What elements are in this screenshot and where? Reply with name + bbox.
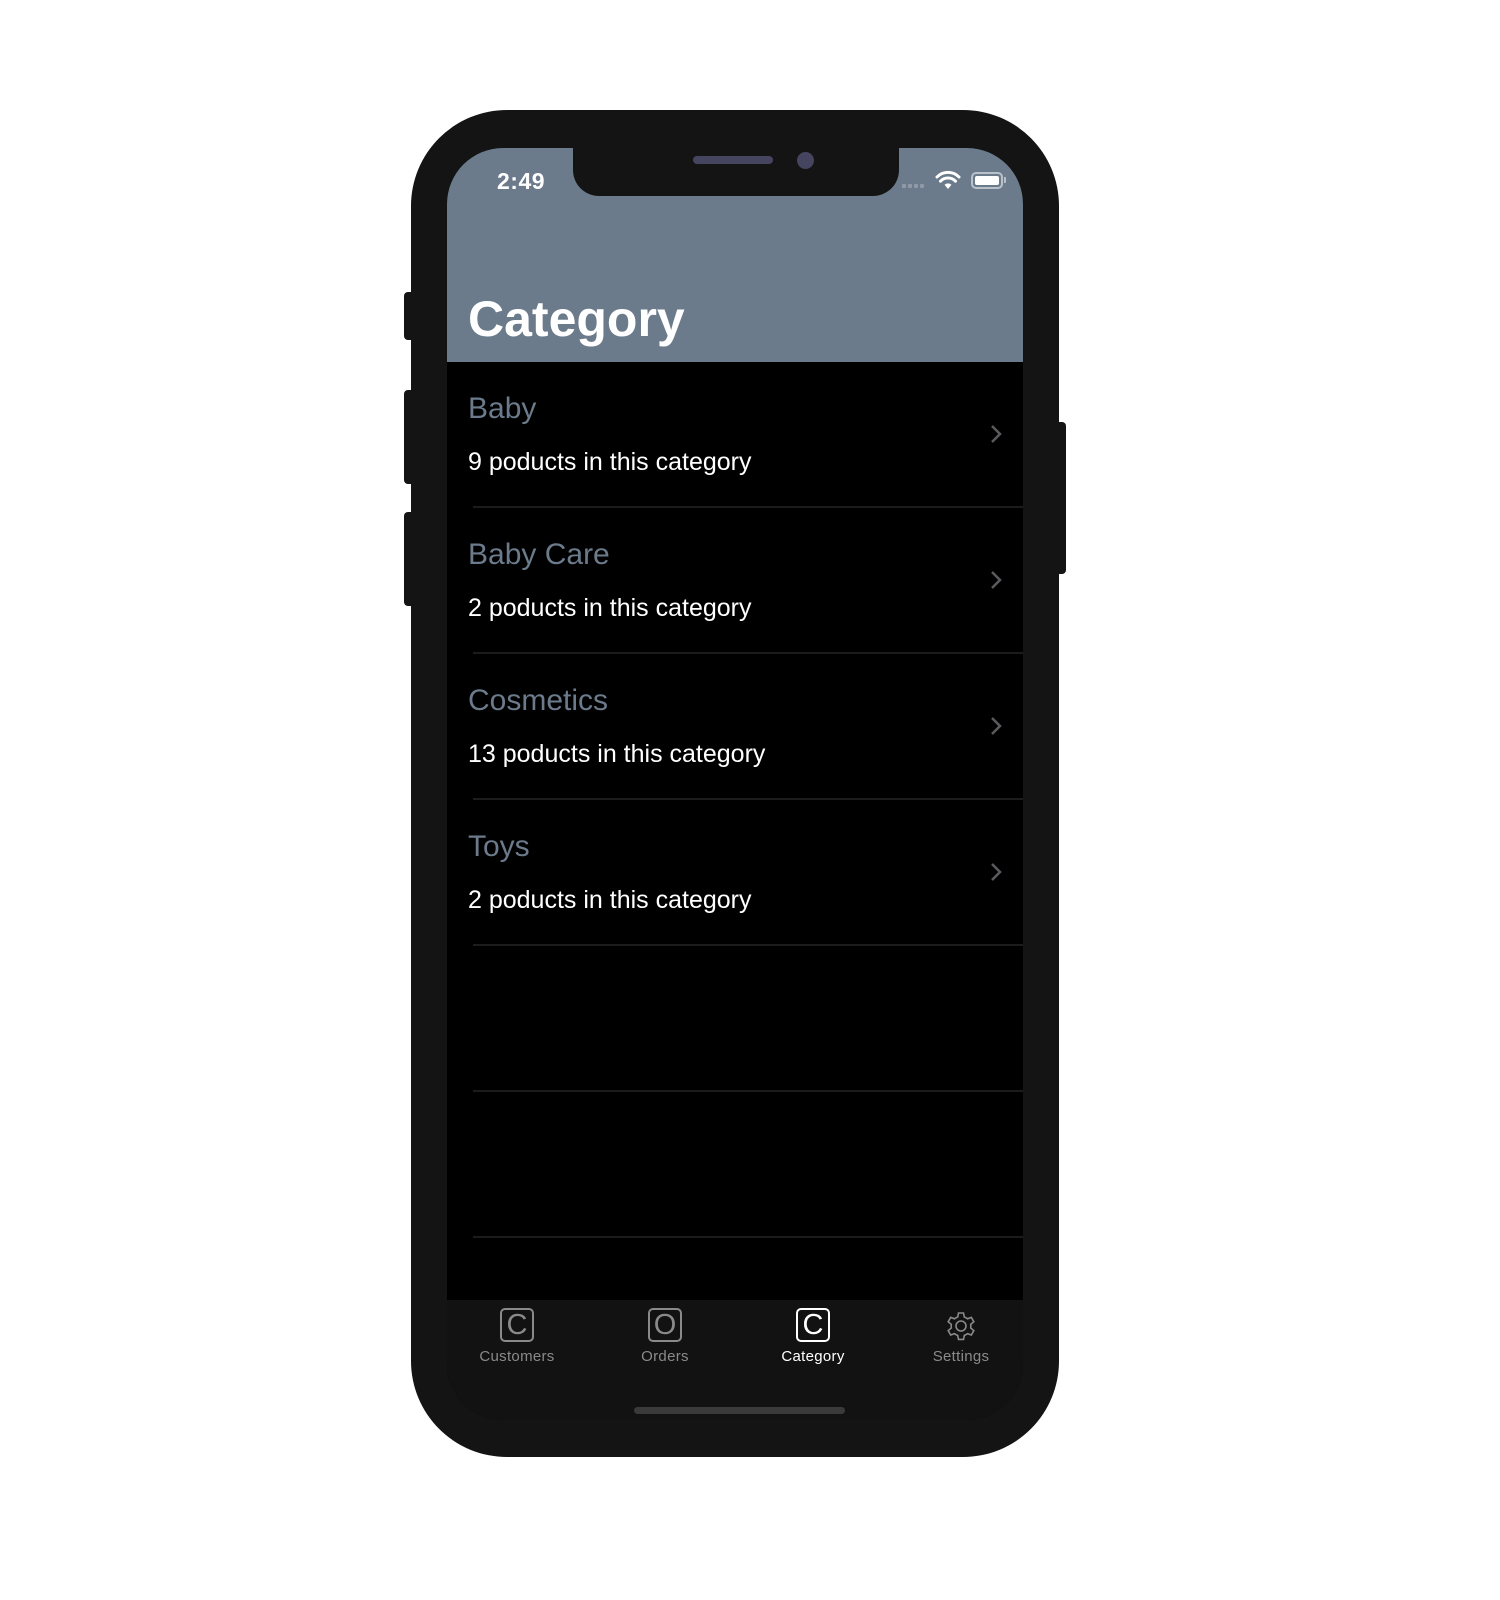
front-camera bbox=[797, 152, 814, 169]
power-button bbox=[1054, 422, 1066, 574]
signal-dots-icon bbox=[902, 184, 924, 188]
category-list: Baby 9 poducts in this category Baby Car… bbox=[447, 362, 1023, 1238]
chevron-right-icon bbox=[991, 571, 1002, 589]
tab-label: Orders bbox=[641, 1348, 689, 1365]
category-name: Cosmetics bbox=[468, 684, 609, 717]
category-row-cosmetics[interactable]: Cosmetics 13 poducts in this category bbox=[447, 654, 1023, 800]
tab-settings[interactable]: Settings bbox=[896, 1308, 1023, 1388]
screen: 2:49 Category Baby 9 poducts in this cat… bbox=[447, 148, 1023, 1420]
category-product-count: 13 poducts in this category bbox=[468, 740, 766, 768]
speaker-grille bbox=[693, 156, 773, 164]
page-title: Category bbox=[468, 291, 685, 347]
notch bbox=[573, 148, 899, 196]
orders-icon: O bbox=[648, 1308, 682, 1342]
category-row-baby-care[interactable]: Baby Care 2 poducts in this category bbox=[447, 508, 1023, 654]
volume-up-button bbox=[404, 390, 416, 484]
category-name: Baby Care bbox=[468, 538, 610, 571]
category-row-baby[interactable]: Baby 9 poducts in this category bbox=[447, 362, 1023, 508]
category-icon: C bbox=[796, 1308, 830, 1342]
navigation-header: 2:49 Category bbox=[447, 148, 1023, 362]
chevron-right-icon bbox=[991, 717, 1002, 735]
status-time: 2:49 bbox=[497, 168, 546, 194]
category-product-count: 9 poducts in this category bbox=[468, 448, 752, 476]
category-product-count: 2 poducts in this category bbox=[468, 886, 752, 914]
battery-tip bbox=[1004, 177, 1006, 183]
chevron-right-icon bbox=[991, 863, 1002, 881]
volume-down-button bbox=[404, 512, 416, 606]
customers-icon: C bbox=[500, 1308, 534, 1342]
mute-switch bbox=[404, 292, 416, 340]
tab-label: Customers bbox=[479, 1348, 555, 1365]
empty-row bbox=[447, 1092, 1023, 1238]
battery-icon bbox=[971, 172, 1003, 189]
tab-bar: C Customers O Orders C Category Settings bbox=[447, 1300, 1023, 1420]
row-separator bbox=[473, 1236, 1023, 1238]
category-product-count: 2 poducts in this category bbox=[468, 594, 752, 622]
tab-customers[interactable]: C Customers bbox=[452, 1308, 582, 1388]
home-indicator[interactable] bbox=[634, 1407, 845, 1414]
wifi-icon bbox=[935, 170, 961, 189]
tab-label: Settings bbox=[932, 1348, 990, 1365]
tab-category[interactable]: C Category bbox=[748, 1308, 878, 1388]
category-row-toys[interactable]: Toys 2 poducts in this category bbox=[447, 800, 1023, 946]
empty-row bbox=[447, 946, 1023, 1092]
category-name: Toys bbox=[468, 830, 530, 863]
gear-icon bbox=[947, 1312, 975, 1341]
tab-label: Category bbox=[781, 1348, 845, 1365]
tab-orders[interactable]: O Orders bbox=[600, 1308, 730, 1388]
category-name: Baby bbox=[468, 392, 537, 425]
chevron-right-icon bbox=[991, 425, 1002, 443]
